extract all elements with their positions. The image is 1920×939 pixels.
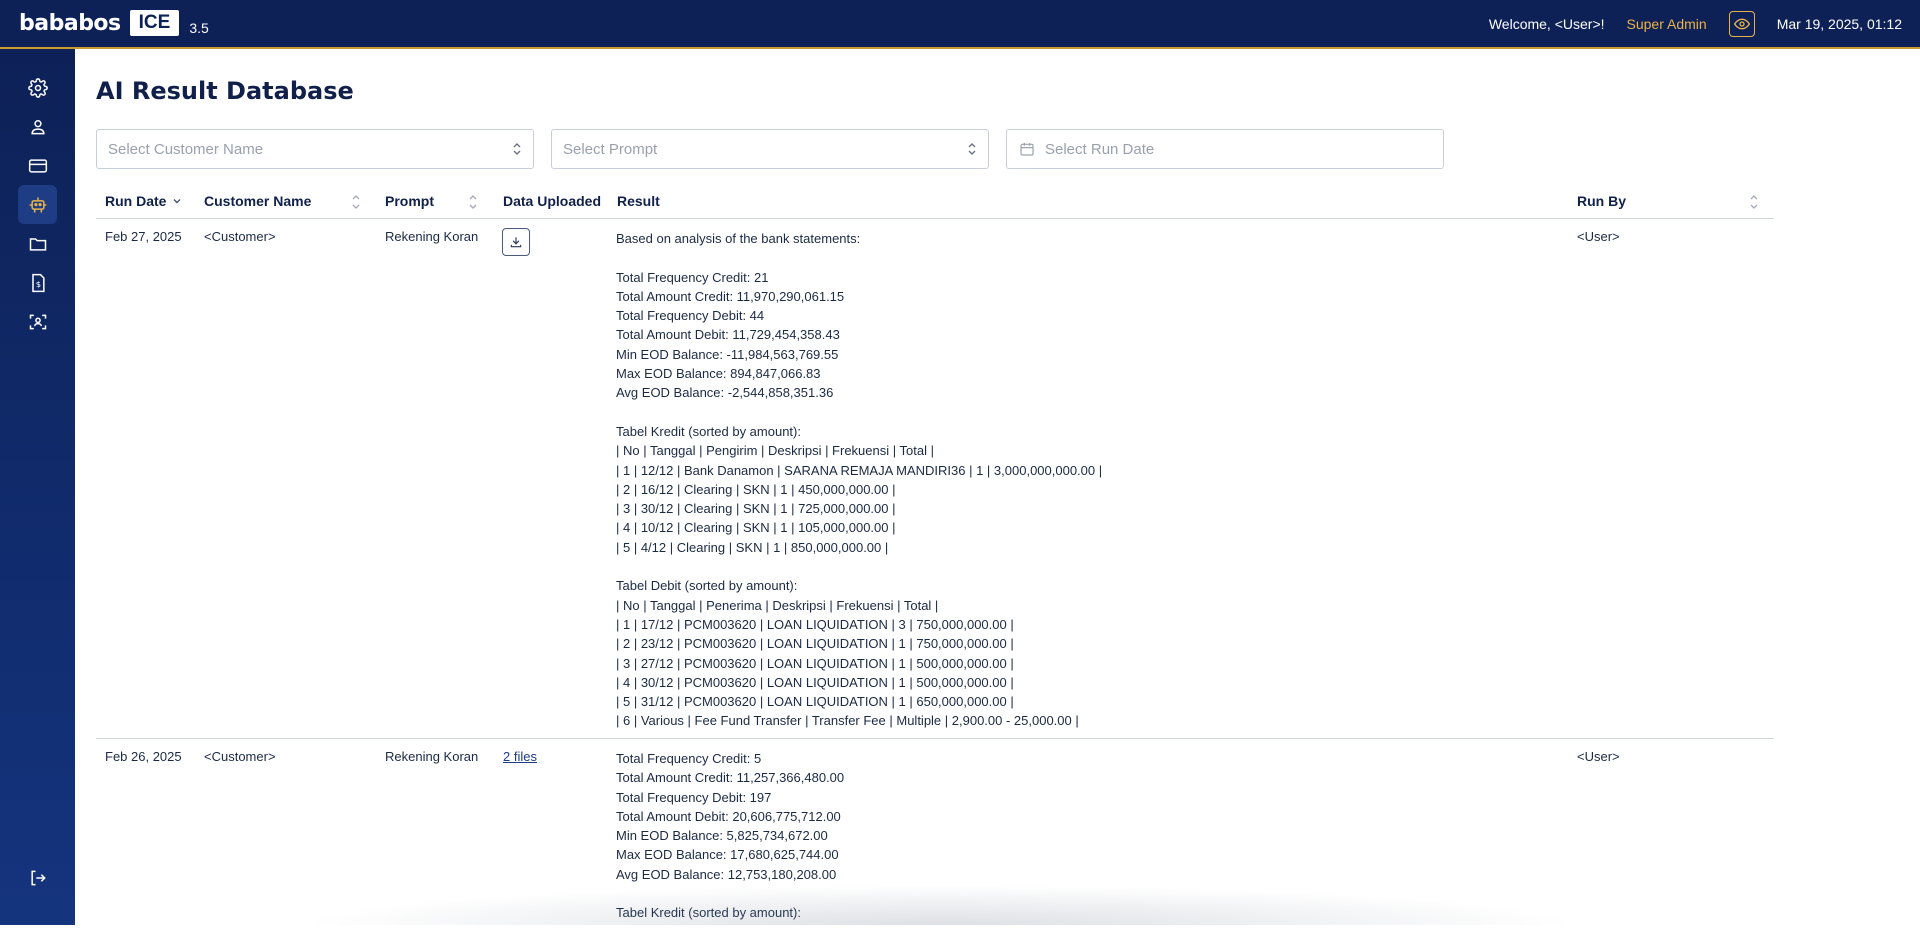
row-prompt: Rekening Koran — [385, 749, 478, 764]
welcome-text: Welcome, <User>! — [1489, 16, 1605, 32]
sort-icon[interactable] — [467, 193, 479, 211]
row-run-by: <User> — [1577, 229, 1620, 244]
results-table: Run Date Customer Name Prompt Data Uploa… — [96, 185, 1774, 939]
top-bar: bababos ICE 3.5 Welcome, <User>! Super A… — [0, 0, 1920, 49]
sidebar-item-settings[interactable] — [18, 68, 57, 107]
header-run-by-label: Run By — [1577, 193, 1626, 209]
header-run-date[interactable]: Run Date — [105, 193, 182, 209]
view-mode-button[interactable] — [1729, 11, 1755, 37]
download-button[interactable] — [502, 228, 530, 256]
row-customer: <Customer> — [204, 229, 276, 244]
sidebar-item-payments[interactable] — [18, 146, 57, 185]
header-data-uploaded-label: Data Uploaded — [503, 193, 601, 209]
row-run-date: Feb 26, 2025 — [105, 749, 182, 764]
user-role: Super Admin — [1627, 16, 1707, 32]
table-header: Run Date Customer Name Prompt Data Uploa… — [96, 185, 1774, 219]
customer-select[interactable]: Select Customer Name — [96, 129, 534, 169]
sidebar-item-ai[interactable] — [18, 185, 57, 224]
customer-select-placeholder: Select Customer Name — [108, 141, 263, 158]
row-run-by: <User> — [1577, 749, 1620, 764]
header-run-by[interactable]: Run By — [1577, 193, 1626, 209]
page-title: AI Result Database — [96, 77, 354, 105]
header-result: Result — [617, 193, 660, 209]
chevron-down-icon — [172, 196, 182, 206]
uploaded-files-link[interactable]: 2 files — [503, 749, 537, 764]
sort-icon[interactable] — [1748, 193, 1760, 211]
face-scan-icon — [28, 312, 48, 332]
app-version: 3.5 — [189, 20, 208, 36]
settings-icon — [28, 78, 48, 98]
folder-icon — [28, 234, 48, 254]
table-row: Feb 26, 2025 <Customer> Rekening Koran 2… — [96, 739, 1774, 939]
header-prompt[interactable]: Prompt — [385, 193, 434, 209]
sort-caret-icon — [966, 141, 978, 157]
row-result: Based on analysis of the bank statements… — [616, 229, 1376, 731]
header-customer-label: Customer Name — [204, 193, 311, 209]
sidebar-logout[interactable] — [18, 858, 57, 897]
prompt-select[interactable]: Select Prompt — [551, 129, 989, 169]
row-result: Total Frequency Credit: 5 Total Amount C… — [616, 749, 1376, 923]
main-content: AI Result Database Select Customer Name … — [96, 49, 1920, 925]
calendar-icon — [1019, 141, 1035, 157]
row-run-date: Feb 27, 2025 — [105, 229, 182, 244]
run-date-picker[interactable]: Select Run Date — [1006, 129, 1444, 169]
app-logo[interactable]: bababos ICE 3.5 — [19, 10, 209, 36]
download-icon — [509, 235, 523, 249]
logo-text: bababos — [19, 11, 121, 36]
sidebar-item-users[interactable] — [18, 107, 57, 146]
row-customer: <Customer> — [204, 749, 276, 764]
current-datetime: Mar 19, 2025, 01:12 — [1777, 16, 1902, 32]
logo-badge: ICE — [130, 10, 180, 36]
header-run-date-label: Run Date — [105, 193, 166, 209]
run-date-placeholder: Select Run Date — [1045, 141, 1154, 158]
sidebar-item-face-scan[interactable] — [18, 302, 57, 341]
header-customer-name[interactable]: Customer Name — [204, 193, 311, 209]
sidebar-item-billing[interactable]: $ — [18, 263, 57, 302]
sort-icon[interactable] — [350, 193, 362, 211]
sidebar-item-documents[interactable] — [18, 224, 57, 263]
header-result-label: Result — [617, 193, 660, 209]
credit-card-icon — [28, 156, 48, 176]
header-prompt-label: Prompt — [385, 193, 434, 209]
svg-text:$: $ — [35, 279, 40, 289]
table-row: Feb 27, 2025 <Customer> Rekening Koran B… — [96, 219, 1774, 739]
header-data-uploaded: Data Uploaded — [503, 193, 601, 209]
row-prompt: Rekening Koran — [385, 229, 478, 244]
robot-icon — [28, 195, 48, 215]
user-icon — [28, 117, 48, 137]
logout-icon — [28, 868, 48, 888]
sort-caret-icon — [511, 141, 523, 157]
prompt-select-placeholder: Select Prompt — [563, 141, 657, 158]
eye-icon — [1734, 16, 1750, 32]
sidebar: $ — [0, 49, 75, 925]
dollar-document-icon: $ — [28, 273, 48, 293]
